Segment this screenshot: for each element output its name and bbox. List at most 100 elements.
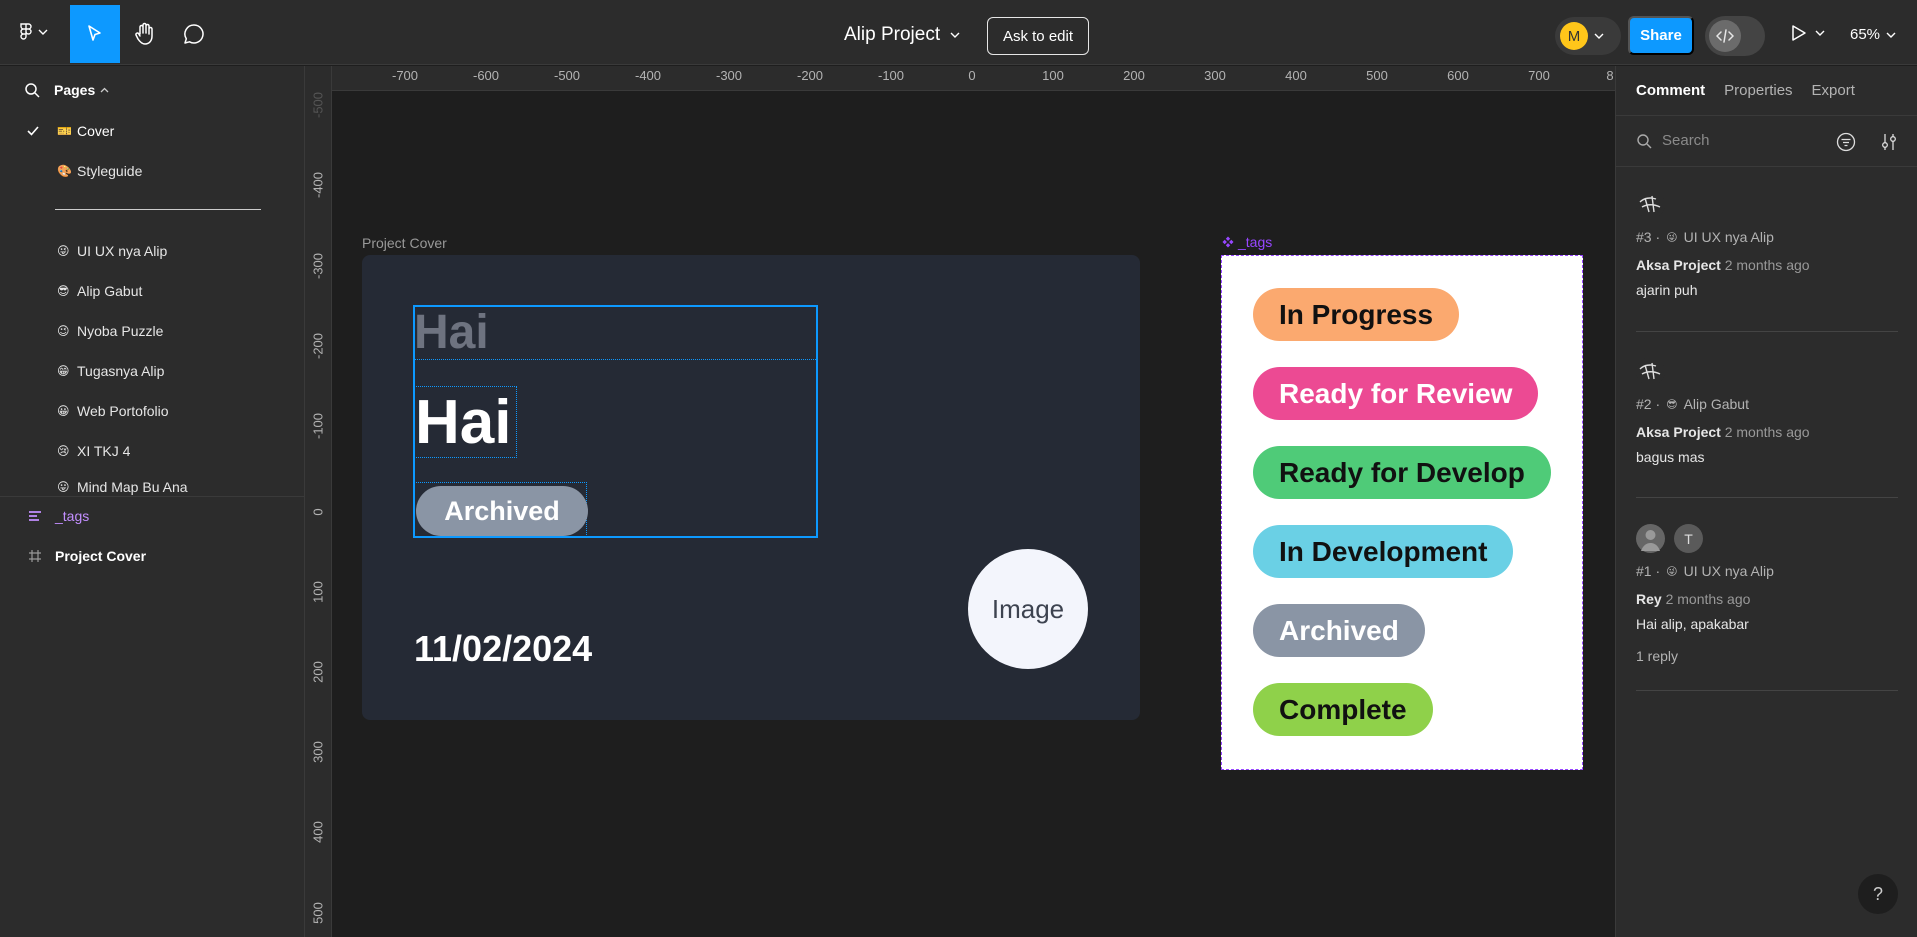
ruler-horizontal: -700 -600 -500 -400 -300 -200 -100 0 100… xyxy=(332,66,1615,91)
tag-ready-for-develop[interactable]: Ready for Develop xyxy=(1253,446,1551,499)
page-item-xi-tkj-4[interactable]: 😢 XI TKJ 4 xyxy=(0,433,304,469)
left-sidebar: Pages 🎫 Cover 🎨 Styleguide 😜 UI UX nya A… xyxy=(0,66,305,937)
page-emoji: 😜 xyxy=(1666,565,1678,578)
frame-label-tags[interactable]: _tags xyxy=(1222,234,1272,250)
comment-author-line: Aksa Project 2 months ago xyxy=(1636,424,1898,440)
layer-item-project-cover[interactable]: Project Cover xyxy=(0,539,304,573)
tab-comment[interactable]: Comment xyxy=(1636,82,1705,99)
page-item-cover[interactable]: 🎫 Cover xyxy=(0,113,304,149)
tag-complete[interactable]: Complete xyxy=(1253,683,1433,736)
ruler-vertical: -500 -400 -300 -200 -100 0 100 200 300 4… xyxy=(305,66,332,937)
tab-export[interactable]: Export xyxy=(1812,82,1855,99)
divider xyxy=(1636,497,1898,498)
settings-sliders-icon[interactable] xyxy=(1880,132,1898,152)
page-emoji: 😜 xyxy=(1666,231,1678,244)
ruler-tick: 0 xyxy=(968,68,976,83)
heading-text[interactable]: Hai xyxy=(414,386,517,458)
page-label: Mind Map Bu Ana xyxy=(77,479,188,495)
tag-in-development[interactable]: In Development xyxy=(1253,525,1514,578)
search-input[interactable] xyxy=(1662,132,1812,149)
comment-time: 2 months ago xyxy=(1724,257,1810,273)
component-list-icon xyxy=(29,511,41,521)
page-item-mind-map[interactable]: 😛 Mind Map Bu Ana xyxy=(0,473,304,495)
ruler-tick: -700 xyxy=(391,68,419,83)
avatar: T xyxy=(1674,524,1703,553)
badge-instance[interactable]: Archived xyxy=(414,482,588,537)
ruler-tick: -100 xyxy=(877,68,905,83)
help-button[interactable]: ? xyxy=(1858,874,1898,914)
comment-tool-button[interactable] xyxy=(169,5,219,63)
tags-component-set[interactable]: In Progress Ready for Review Ready for D… xyxy=(1221,255,1583,770)
page-item-web-portofolio[interactable]: 😀 Web Portofolio xyxy=(0,393,304,429)
chevron-down-icon xyxy=(950,32,960,38)
page-label: Alip Gabut xyxy=(77,283,143,299)
page-item-ui-ux[interactable]: 😜 UI UX nya Alip xyxy=(0,233,304,269)
zoom-menu[interactable]: 65% xyxy=(1850,26,1896,43)
pages-header[interactable]: Pages xyxy=(24,82,109,98)
main-menu-button[interactable] xyxy=(20,22,48,42)
page-emoji: 😜 xyxy=(57,244,70,258)
page-emoji: 🎫 xyxy=(57,124,72,138)
page-item-nyoba-puzzle[interactable]: 😉 Nyoba Puzzle xyxy=(0,313,304,349)
project-title-button[interactable]: Alip Project xyxy=(844,24,960,46)
page-item-alip-gabut[interactable]: 😎 Alip Gabut xyxy=(0,273,304,309)
comment-meta: #3 · 😜 UI UX nya Alip xyxy=(1636,229,1898,245)
ruler-tick: 8 xyxy=(1606,68,1614,83)
page-label: UI UX nya Alip xyxy=(77,243,168,259)
date-text[interactable]: 11/02/2024 xyxy=(414,628,592,670)
page-label: Nyoba Puzzle xyxy=(77,323,164,339)
ruler-tick: 200 xyxy=(1123,68,1145,83)
project-title: Alip Project xyxy=(844,24,941,45)
comment-item[interactable]: #2 · 😎 Alip Gabut Aksa Project 2 months … xyxy=(1636,357,1898,465)
component-icon xyxy=(1222,236,1234,248)
divider xyxy=(1636,331,1898,332)
code-icon xyxy=(1709,20,1741,52)
divider xyxy=(1636,690,1898,691)
comment-item[interactable]: T #1 · 😜 UI UX nya Alip Rey 2 months ago… xyxy=(1636,524,1898,664)
section-divider xyxy=(0,496,304,497)
filter-icon[interactable] xyxy=(1836,132,1856,152)
ask-to-edit-button[interactable]: Ask to edit xyxy=(987,17,1089,55)
comment-author: Aksa Project xyxy=(1636,257,1721,273)
canvas[interactable]: Project Cover Hai Hai Archived 11/02/202… xyxy=(332,92,1615,937)
page-label: Styleguide xyxy=(77,163,143,179)
move-tool-button[interactable] xyxy=(70,5,120,63)
ruler-tick: 300 xyxy=(1204,68,1226,83)
page-item-tugasnya-alip[interactable]: 😁 Tugasnya Alip xyxy=(0,353,304,389)
ruler-tick: 500 xyxy=(1366,68,1388,83)
comment-item[interactable]: #3 · 😜 UI UX nya Alip Aksa Project 2 mon… xyxy=(1636,190,1898,298)
page-emoji: 😎 xyxy=(1666,398,1678,411)
divider xyxy=(1616,115,1917,116)
comment-page: Alip Gabut xyxy=(1683,396,1749,412)
tag-in-progress[interactable]: In Progress xyxy=(1253,288,1460,341)
tab-properties[interactable]: Properties xyxy=(1724,82,1792,99)
dev-mode-toggle[interactable] xyxy=(1705,16,1765,56)
image-placeholder[interactable]: Image xyxy=(968,549,1088,669)
hand-tool-button[interactable] xyxy=(120,5,170,63)
chevron-down-icon xyxy=(1594,33,1604,39)
comment-author: Rey xyxy=(1636,591,1662,607)
ruler-tick: -300 xyxy=(715,68,743,83)
panel-tabs: Comment Properties Export xyxy=(1636,82,1855,99)
reply-count-link[interactable]: 1 reply xyxy=(1636,648,1898,664)
multiplayer-avatars[interactable]: M xyxy=(1555,17,1621,55)
chevron-down-icon xyxy=(1815,30,1825,36)
page-emoji: 😀 xyxy=(57,404,70,418)
tag-ready-for-review[interactable]: Ready for Review xyxy=(1253,367,1539,420)
toolbar: Alip Project Ask to edit M Share 65% xyxy=(0,0,1917,65)
page-item-styleguide[interactable]: 🎨 Styleguide xyxy=(0,153,304,189)
heading-ghost-text[interactable]: Hai xyxy=(414,305,489,360)
search-icon xyxy=(1637,133,1652,148)
comment-avatars: T xyxy=(1636,524,1898,553)
comment-text: ajarin puh xyxy=(1636,282,1698,298)
layer-item-tags[interactable]: _tags xyxy=(0,499,304,533)
archived-badge: Archived xyxy=(416,486,588,536)
cursor-icon xyxy=(88,25,101,41)
share-button[interactable]: Share xyxy=(1628,16,1694,55)
frame-label-project-cover[interactable]: Project Cover xyxy=(362,235,447,251)
layer-label: Project Cover xyxy=(55,548,147,564)
frame-icon xyxy=(29,550,41,562)
avatar xyxy=(1636,524,1665,553)
tag-archived[interactable]: Archived xyxy=(1253,604,1425,657)
present-button[interactable] xyxy=(1791,24,1825,42)
